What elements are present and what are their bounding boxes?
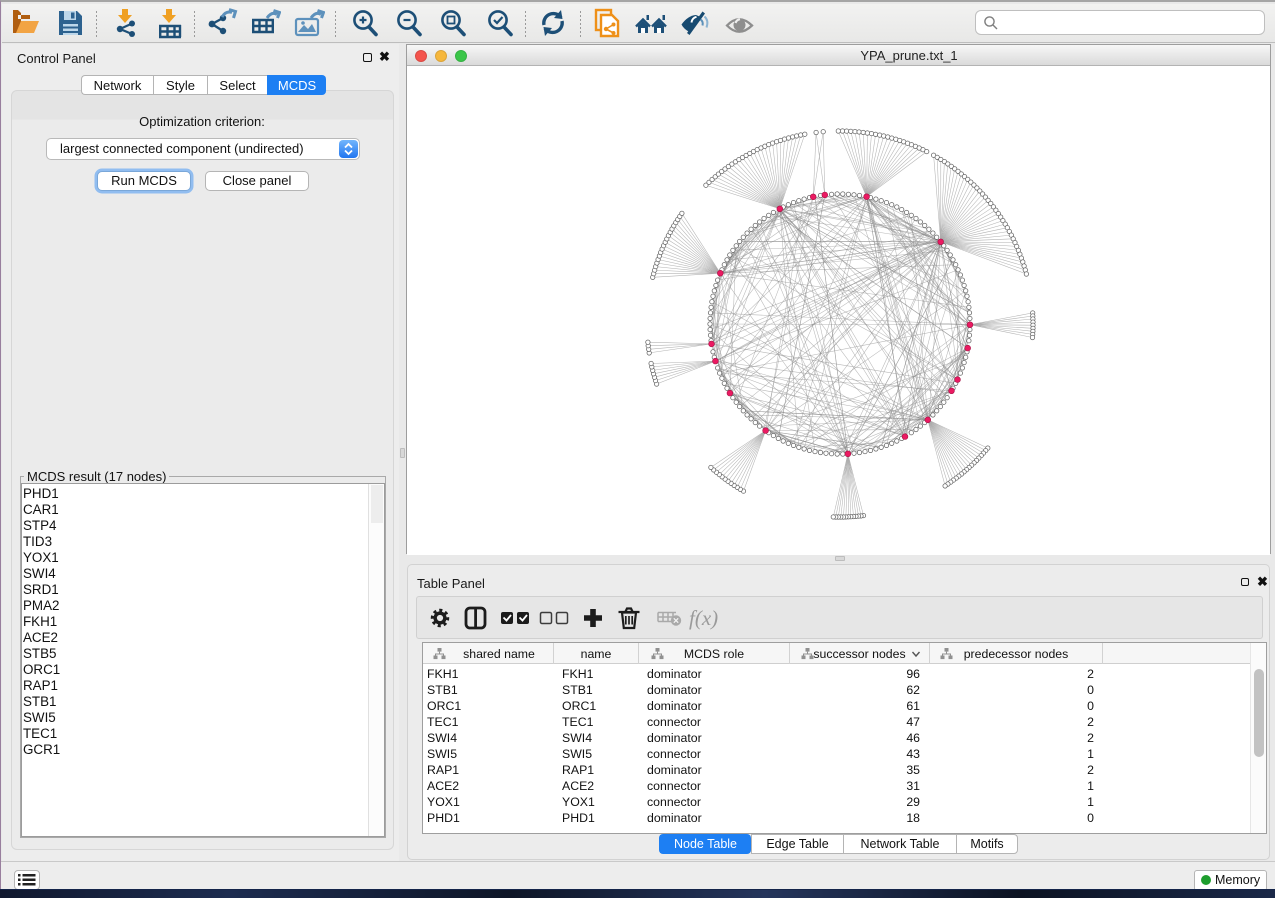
svg-text:f(x): f(x): [689, 606, 718, 630]
